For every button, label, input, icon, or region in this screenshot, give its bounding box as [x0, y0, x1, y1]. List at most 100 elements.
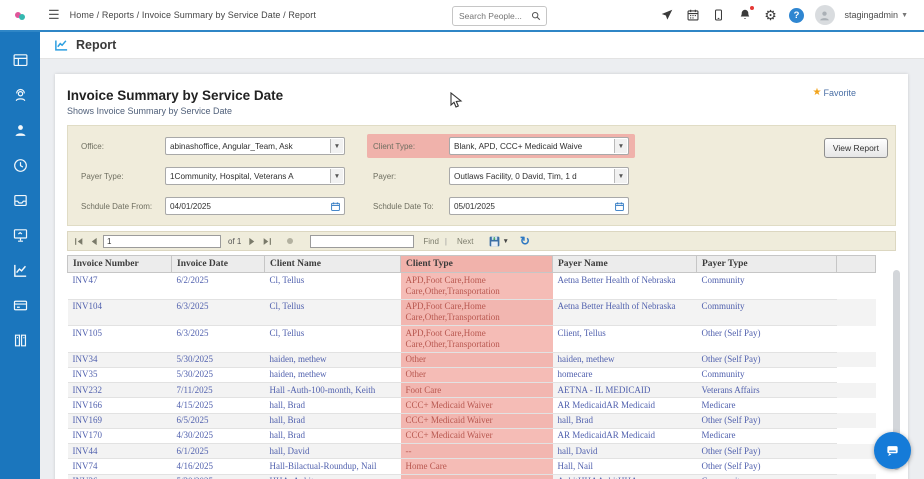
last-page-icon[interactable]: [262, 237, 272, 246]
find-text-input[interactable]: [310, 235, 414, 248]
cell-payer-name[interactable]: AETNA - IL MEDICAID: [553, 383, 697, 398]
table-row[interactable]: INV34 5/30/2025 haiden, methew Other hai…: [68, 352, 876, 367]
cell-client-name[interactable]: haiden, methew: [265, 367, 401, 382]
cell-payer-name[interactable]: Hall, Nail: [553, 459, 697, 474]
table-row[interactable]: INV169 6/5/2025 hall, Brad CCC+ Medicaid…: [68, 413, 876, 428]
cell-invoice-number[interactable]: INV170: [68, 428, 172, 443]
cell-payer-name[interactable]: AnkitHHAAnkitHHA: [553, 474, 697, 479]
first-page-icon[interactable]: [74, 237, 84, 246]
calendar-icon[interactable]: [330, 201, 341, 212]
next-link[interactable]: Next: [457, 237, 473, 246]
table-row[interactable]: INV35 5/30/2025 haiden, methew Other hom…: [68, 367, 876, 382]
cell-payer-name[interactable]: AR MedicaidAR Medicaid: [553, 428, 697, 443]
cell-client-name[interactable]: hall, Brad: [265, 398, 401, 413]
table-row[interactable]: INV105 6/3/2025 Cl, Tellus APD,Foot Care…: [68, 326, 876, 353]
col-invoice-date[interactable]: Invoice Date: [172, 256, 265, 273]
office-select[interactable]: abinashoffice, Angular_Team, Ask▼: [165, 137, 345, 155]
app-logo[interactable]: [0, 11, 40, 20]
send-icon[interactable]: [659, 7, 675, 23]
cell-client-name[interactable]: Hall -Auth-100-month, Keith: [265, 383, 401, 398]
cell-payer-name[interactable]: homecare: [553, 367, 697, 382]
cell-client-name[interactable]: haiden, methew: [265, 352, 401, 367]
col-payer-name[interactable]: Payer Name: [553, 256, 697, 273]
avatar[interactable]: [815, 5, 835, 25]
refresh-icon[interactable]: ↻: [520, 235, 530, 247]
search-box[interactable]: [452, 6, 547, 26]
inbox-icon[interactable]: [12, 192, 29, 209]
cell-client-name[interactable]: hall, Brad: [265, 428, 401, 443]
mobile-icon[interactable]: [711, 7, 727, 23]
cell-payer-name[interactable]: haiden, methew: [553, 352, 697, 367]
export-button[interactable]: ▼: [488, 235, 508, 248]
library-icon[interactable]: [12, 332, 29, 349]
help-icon[interactable]: ?: [789, 7, 805, 23]
dropdown-icon[interactable]: ▼: [330, 169, 343, 183]
table-row[interactable]: INV36 5/30/2025 HHA, Ankit -- AnkitHHAAn…: [68, 474, 876, 479]
table-row[interactable]: INV74 4/16/2025 Hall-Bilactual-Roundup, …: [68, 459, 876, 474]
cell-invoice-number[interactable]: INV166: [68, 398, 172, 413]
payer-type-select[interactable]: 1Community, Hospital, Veterans A▼: [165, 167, 345, 185]
cell-payer-name[interactable]: hall, Brad: [553, 413, 697, 428]
reports-icon[interactable]: [12, 262, 29, 279]
client-type-select[interactable]: Blank, APD, CCC+ Medicaid Waive▼: [449, 137, 629, 155]
breadcrumb[interactable]: Home / Reports / Invoice Summary by Serv…: [70, 10, 316, 20]
search-input[interactable]: [453, 11, 531, 21]
cell-invoice-number[interactable]: INV36: [68, 474, 172, 479]
cell-payer-name[interactable]: AR MedicaidAR Medicaid: [553, 398, 697, 413]
favorite-button[interactable]: ★ Favorite: [813, 87, 856, 98]
cell-payer-name[interactable]: Aetna Better Health of Nebraska: [553, 299, 697, 326]
page-number-input[interactable]: [103, 235, 221, 248]
date-from-input[interactable]: 04/01/2025: [165, 197, 345, 215]
cell-invoice-number[interactable]: INV47: [68, 273, 172, 300]
col-client-type[interactable]: Client Type: [401, 256, 553, 273]
view-report-button[interactable]: View Report: [824, 138, 888, 158]
cell-payer-name[interactable]: hall, David: [553, 444, 697, 459]
cell-invoice-number[interactable]: INV34: [68, 352, 172, 367]
table-row[interactable]: INV104 6/3/2025 Cl, Tellus APD,Foot Care…: [68, 299, 876, 326]
calendar-icon[interactable]: [614, 201, 625, 212]
table-row[interactable]: INV166 4/15/2025 hall, Brad CCC+ Medicai…: [68, 398, 876, 413]
chat-launcher-button[interactable]: [874, 432, 911, 469]
clients-icon[interactable]: [12, 122, 29, 139]
dropdown-icon[interactable]: ▼: [330, 139, 343, 153]
billing-icon[interactable]: [12, 297, 29, 314]
cell-client-name[interactable]: Cl, Tellus: [265, 299, 401, 326]
dropdown-icon[interactable]: ▼: [614, 169, 627, 183]
cell-client-name[interactable]: HHA, Ankit: [265, 474, 401, 479]
settings-icon[interactable]: ⚙: [763, 7, 779, 23]
cell-client-name[interactable]: Hall-Bilactual-Roundup, Nail: [265, 459, 401, 474]
cell-client-name[interactable]: Cl, Tellus: [265, 273, 401, 300]
menu-icon[interactable]: ☰: [48, 7, 60, 23]
cell-invoice-number[interactable]: INV44: [68, 444, 172, 459]
next-page-icon[interactable]: [248, 237, 256, 246]
dropdown-icon[interactable]: ▼: [614, 139, 627, 153]
prev-page-icon[interactable]: [90, 237, 98, 246]
cell-invoice-number[interactable]: INV74: [68, 459, 172, 474]
cell-client-name[interactable]: hall, David: [265, 444, 401, 459]
cell-payer-name[interactable]: Aetna Better Health of Nebraska: [553, 273, 697, 300]
date-to-input[interactable]: 05/01/2025: [449, 197, 629, 215]
cell-invoice-number[interactable]: INV35: [68, 367, 172, 382]
table-row[interactable]: INV232 7/11/2025 Hall -Auth-100-month, K…: [68, 383, 876, 398]
cell-client-name[interactable]: hall, Brad: [265, 413, 401, 428]
col-client-name[interactable]: Client Name: [265, 256, 401, 273]
table-row[interactable]: INV44 6/1/2025 hall, David -- hall, Davi…: [68, 444, 876, 459]
payer-select[interactable]: Outlaws Facility, 0 David, Tim, 1 d▼: [449, 167, 629, 185]
contacts-icon[interactable]: [12, 87, 29, 104]
dashboard-icon[interactable]: [12, 52, 29, 69]
col-invoice-number[interactable]: Invoice Number: [68, 256, 172, 273]
zoom-select-icon[interactable]: [287, 238, 293, 244]
training-icon[interactable]: [12, 227, 29, 244]
cell-invoice-number[interactable]: INV104: [68, 299, 172, 326]
notifications-icon[interactable]: [737, 7, 753, 23]
table-row[interactable]: INV47 6/2/2025 Cl, Tellus APD,Foot Care,…: [68, 273, 876, 300]
col-payer-type[interactable]: Payer Type: [697, 256, 837, 273]
schedule-icon[interactable]: [12, 157, 29, 174]
user-menu[interactable]: stagingadmin ▼: [845, 10, 908, 20]
table-row[interactable]: INV170 4/30/2025 hall, Brad CCC+ Medicai…: [68, 428, 876, 443]
calendar-icon[interactable]: [685, 7, 701, 23]
cell-invoice-number[interactable]: INV169: [68, 413, 172, 428]
find-link[interactable]: Find: [423, 237, 439, 246]
cell-client-name[interactable]: Cl, Tellus: [265, 326, 401, 353]
cell-invoice-number[interactable]: INV105: [68, 326, 172, 353]
